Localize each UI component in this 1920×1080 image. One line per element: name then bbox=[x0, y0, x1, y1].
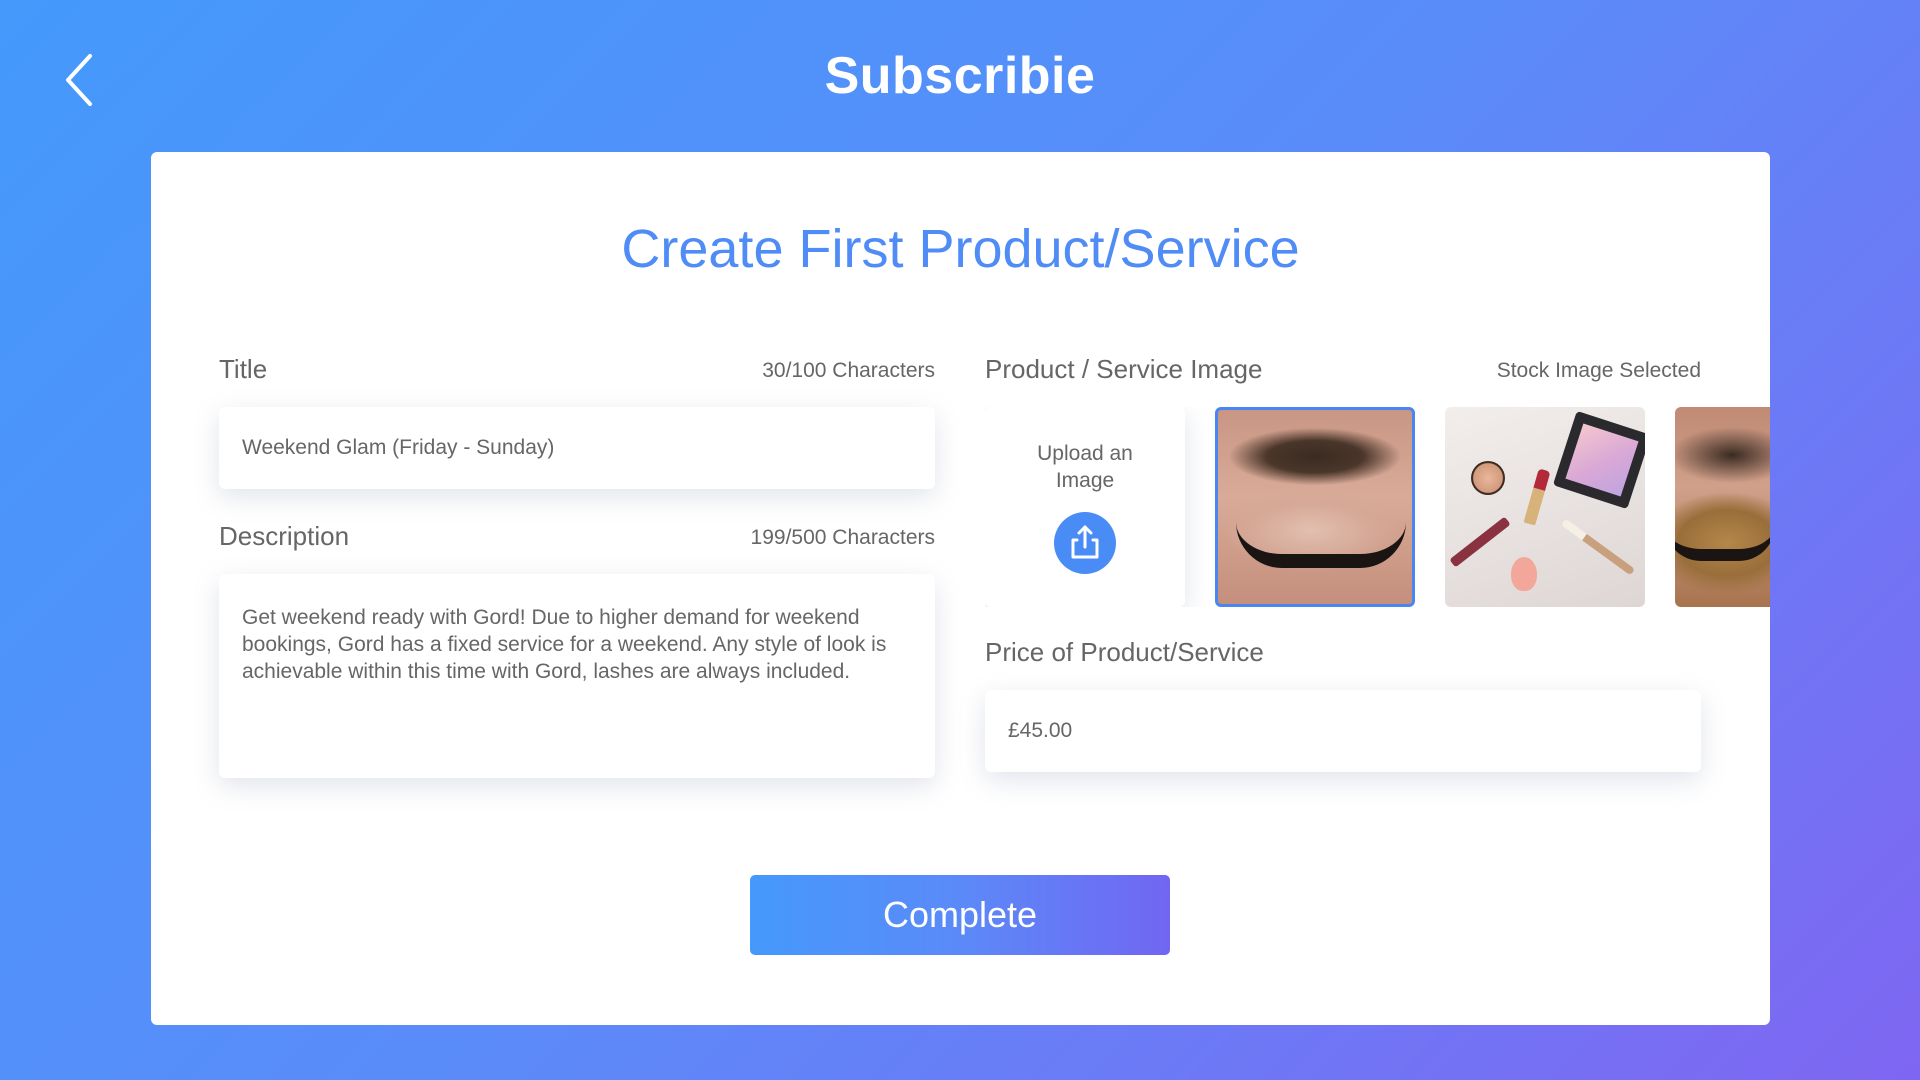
app-title: Subscribie bbox=[824, 47, 1096, 105]
complete-button[interactable]: Complete bbox=[750, 875, 1170, 955]
palette-shape bbox=[1552, 410, 1645, 510]
create-product-card: Create First Product/Service Title 30/10… bbox=[151, 152, 1770, 1025]
share-upload-icon bbox=[1054, 512, 1116, 574]
brush-shape bbox=[1560, 518, 1636, 576]
image-label: Product / Service Image bbox=[985, 354, 1263, 384]
description-char-counter: 199/500 Characters bbox=[750, 526, 935, 549]
title-char-counter: 30/100 Characters bbox=[762, 359, 935, 382]
lipstick-shape bbox=[1523, 468, 1551, 526]
description-textarea[interactable]: Get weekend ready with Gord! Due to high… bbox=[219, 574, 935, 778]
price-label: Price of Product/Service bbox=[985, 637, 1264, 667]
upload-image-label: Upload an Image bbox=[1037, 442, 1133, 492]
description-label: Description bbox=[219, 521, 350, 551]
stock-image-makeup-products[interactable] bbox=[1445, 407, 1645, 607]
upload-image-tile[interactable]: Upload an Image bbox=[985, 407, 1185, 607]
eyelash-shape bbox=[1675, 525, 1770, 561]
compact-shape bbox=[1471, 461, 1505, 495]
image-status: Stock Image Selected bbox=[1496, 359, 1701, 382]
stock-image-glitter-eye[interactable] bbox=[1675, 407, 1770, 607]
sponge-shape bbox=[1511, 557, 1537, 591]
title-input[interactable]: Weekend Glam (Friday - Sunday) bbox=[219, 407, 935, 489]
stock-image-eye-makeup[interactable] bbox=[1215, 407, 1415, 607]
price-input[interactable]: £45.00 bbox=[985, 690, 1701, 772]
page-title: Create First Product/Service bbox=[621, 219, 1300, 279]
title-label: Title bbox=[219, 354, 268, 384]
eyelash-shape bbox=[1236, 522, 1406, 568]
pencil-shape bbox=[1449, 516, 1511, 568]
image-picker: Upload an Image bbox=[985, 407, 1770, 607]
